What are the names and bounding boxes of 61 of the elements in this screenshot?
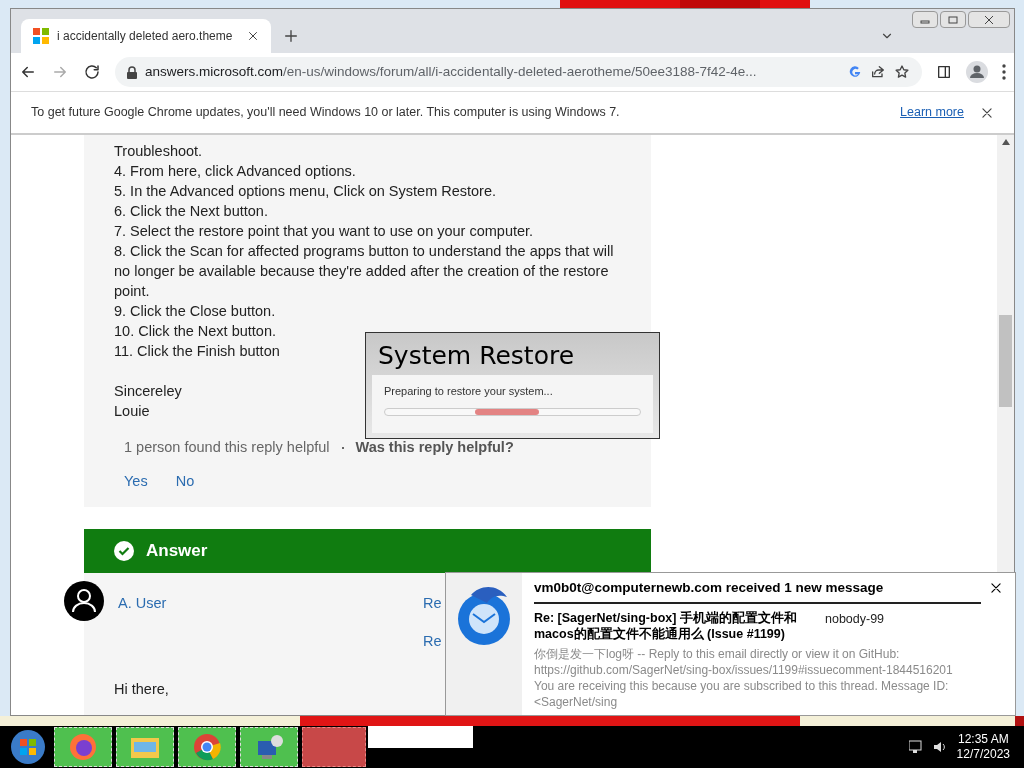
signature-text: Louie bbox=[114, 402, 150, 421]
reply-link[interactable]: Re bbox=[423, 630, 442, 653]
check-circle-icon bbox=[114, 540, 134, 561]
reply-link[interactable]: Re bbox=[423, 592, 442, 615]
post-text: 7. Select the restore point that you want to use on your computer. bbox=[114, 222, 535, 241]
lock-icon bbox=[127, 65, 137, 79]
post-text: 11. Click the Finish button bbox=[114, 342, 280, 361]
answer-label: Answer bbox=[146, 539, 208, 562]
star-icon[interactable] bbox=[894, 64, 910, 80]
reload-icon[interactable] bbox=[83, 63, 101, 81]
signature-text: Sincereley bbox=[114, 382, 182, 401]
close-icon[interactable] bbox=[247, 30, 259, 42]
post-text: 4. From here, click Advanced options. bbox=[114, 162, 356, 181]
profile-icon[interactable] bbox=[966, 61, 988, 83]
info-message: To get future Google Chrome updates, you'll need Windows 10 or later. This computer is using Windows 7. bbox=[31, 104, 621, 122]
clock[interactable]: 12:35 AM 12/7/2023 bbox=[956, 732, 1010, 762]
chrome-taskbar-button[interactable] bbox=[178, 727, 236, 767]
network-app-taskbar-button[interactable] bbox=[240, 727, 298, 767]
message-preview: 你倒是发一下log呀 -- Reply to this email directly or view it on GitHub: https://github.com/SagerNet/sing-box/issues/1199#issuecomment-1844516201 You are receiving this because you are subscribed to this thread. Message ID: <SagerNet/sing bbox=[534, 646, 954, 711]
dialog-message: Preparing to restore your system... bbox=[384, 384, 554, 399]
notification-header: vm0b0t@computernewb.com received 1 new message bbox=[534, 578, 981, 605]
vote-link[interactable]: No bbox=[175, 470, 195, 493]
post-text: 6. Click the Next button. bbox=[114, 202, 268, 221]
post-text: Troubleshoot. bbox=[114, 142, 203, 161]
helpful-question: Was this reply helpful? bbox=[355, 438, 514, 457]
close-icon bbox=[984, 15, 994, 24]
learn-more-link[interactable]: Learn more bbox=[900, 103, 964, 122]
close-icon[interactable] bbox=[989, 581, 1003, 595]
post-text: 8. Click the Scan for affected programs button to understand the apps that will no longer be available because they're added after the creation of the restore point. bbox=[114, 242, 614, 301]
google-icon[interactable] bbox=[848, 65, 862, 79]
vote-link[interactable]: Yes bbox=[124, 470, 148, 493]
network-icon[interactable] bbox=[908, 740, 925, 754]
tab-title: i accidentally deleted aero.theme bbox=[57, 28, 234, 45]
url-text: answers.microsoft.com/en-us/windows/forum/all/i-accidentally-deleted-aerotheme/50ee3188-7f42-4e... bbox=[145, 62, 758, 81]
menu-icon[interactable] bbox=[1002, 64, 1006, 80]
message-subject: Re: [SagerNet/sing-box] 手机端的配置文件和macos的配置文件不能通用么 (Issue #1199) bbox=[534, 610, 798, 643]
message-sender: nobody-99 bbox=[825, 611, 885, 629]
share-icon[interactable] bbox=[870, 64, 886, 80]
user-name[interactable]: A. User bbox=[118, 592, 167, 615]
scroll-thumb[interactable] bbox=[999, 315, 1012, 407]
address-bar[interactable]: answers.microsoft.com/en-us/windows/forum/all/i-accidentally-deleted-aerotheme/50ee3188-7f42-4e... bbox=[115, 57, 922, 87]
firefox-taskbar-button[interactable] bbox=[54, 727, 112, 767]
post-text: 9. Click the Close button. bbox=[114, 302, 276, 321]
start-button[interactable] bbox=[10, 729, 46, 765]
helpful-count: 1 person found this reply helpful bbox=[124, 438, 330, 457]
dialog-title: System Restore bbox=[377, 340, 576, 371]
close-icon[interactable] bbox=[980, 105, 994, 120]
greeting-text: Hi there, bbox=[114, 679, 169, 699]
scroll-up-icon[interactable] bbox=[1001, 139, 1010, 145]
browser-tab[interactable]: i accidentally deleted aero.theme bbox=[21, 19, 271, 53]
maximize-icon bbox=[948, 15, 958, 24]
plus-icon[interactable] bbox=[283, 28, 299, 44]
browser-logo-icon bbox=[193, 733, 221, 761]
post-text: 5. In the Advanced options menu, Click on System Restore. bbox=[114, 182, 497, 201]
progress-segment bbox=[475, 408, 539, 415]
close-button[interactable] bbox=[968, 11, 1010, 28]
volume-icon[interactable] bbox=[932, 740, 947, 754]
fox-globe-icon bbox=[69, 733, 97, 761]
post-text: 10. Click the Next button. bbox=[114, 322, 276, 341]
side-panel-icon[interactable] bbox=[936, 64, 952, 80]
windows-logo-icon bbox=[33, 28, 49, 44]
